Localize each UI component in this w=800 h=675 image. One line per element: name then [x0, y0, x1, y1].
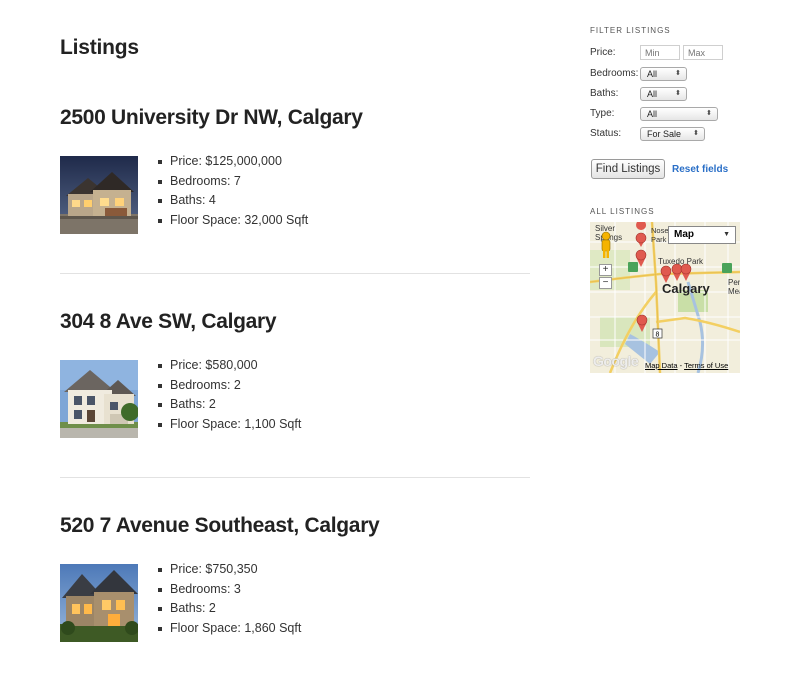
- listing-floor-space: Floor Space: 1,100 Sqft: [158, 415, 301, 435]
- listing-divider: [60, 477, 530, 478]
- updown-arrow-icon: ⬍: [675, 70, 681, 77]
- listing-bedrooms: Bedrooms: 2: [158, 376, 301, 396]
- zoom-in-button[interactable]: +: [599, 264, 612, 276]
- price-min-input[interactable]: [640, 45, 680, 60]
- zoom-out-button[interactable]: −: [599, 277, 612, 289]
- listing-bedrooms: Bedrooms: 7: [158, 172, 308, 192]
- price-max-input[interactable]: [683, 45, 723, 60]
- map-area-label: Penbrooke Meadows: [728, 278, 740, 296]
- bedrooms-label: Bedrooms:: [590, 68, 639, 79]
- baths-select[interactable]: All ⬍: [640, 87, 687, 101]
- listing-price: Price: $580,000: [158, 356, 301, 376]
- listing-baths: Baths: 2: [158, 599, 301, 619]
- listing-details: Price: $125,000,000 Bedrooms: 7 Baths: 4…: [158, 152, 308, 230]
- map-data-link[interactable]: Map Data: [645, 361, 678, 370]
- map-area-label: Tuxedo Park: [658, 257, 704, 266]
- listings-map[interactable]: 8 Silver Springs Nose Park Tuxedo Park P…: [590, 222, 740, 373]
- chevron-down-icon: ▼: [723, 231, 730, 238]
- bedrooms-select[interactable]: All ⬍: [640, 67, 687, 81]
- updown-arrow-icon: ⬍: [706, 110, 712, 117]
- map-footer: Map Data - Terms of Use: [645, 361, 728, 370]
- status-select[interactable]: For Sale ⬍: [640, 127, 705, 141]
- status-label: Status:: [590, 128, 622, 139]
- listing-title[interactable]: 2500 University Dr NW, Calgary: [60, 106, 363, 130]
- listing-photo[interactable]: [60, 156, 138, 234]
- reset-fields-link[interactable]: Reset fields: [672, 164, 728, 175]
- type-select[interactable]: All ⬍: [640, 107, 718, 121]
- all-listings-heading: ALL LISTINGS: [590, 207, 655, 216]
- listing-details: Price: $580,000 Bedrooms: 2 Baths: 2 Flo…: [158, 356, 301, 434]
- listing-divider: [60, 273, 530, 274]
- listing-photo[interactable]: [60, 564, 138, 642]
- route-shield-label: 8: [656, 332, 660, 339]
- listing-floor-space: Floor Space: 32,000 Sqft: [158, 211, 308, 231]
- filter-heading: FILTER LISTINGS: [590, 26, 671, 35]
- status-select-value: For Sale: [647, 129, 682, 139]
- baths-select-value: All: [647, 89, 658, 99]
- listing-details: Price: $750,350 Bedrooms: 3 Baths: 2 Flo…: [158, 560, 301, 638]
- updown-arrow-icon: ⬍: [693, 130, 699, 137]
- listing-title[interactable]: 304 8 Ave SW, Calgary: [60, 310, 277, 334]
- updown-arrow-icon: ⬍: [675, 90, 681, 97]
- find-listings-button[interactable]: Find Listings: [591, 159, 665, 179]
- terms-of-use-link[interactable]: Terms of Use: [684, 361, 728, 370]
- type-select-value: All: [647, 109, 658, 119]
- price-label: Price:: [590, 47, 616, 58]
- pegman-icon[interactable]: [599, 231, 613, 259]
- page-title: Listings: [60, 36, 139, 59]
- listing-bedrooms: Bedrooms: 3: [158, 580, 301, 600]
- listing-baths: Baths: 2: [158, 395, 301, 415]
- listing-price: Price: $125,000,000: [158, 152, 308, 172]
- listing-title[interactable]: 520 7 Avenue Southeast, Calgary: [60, 514, 380, 538]
- listing-price: Price: $750,350: [158, 560, 301, 580]
- type-label: Type:: [590, 108, 615, 119]
- google-logo: Google: [593, 353, 639, 369]
- listing-photo[interactable]: [60, 360, 138, 438]
- map-city-label: Calgary: [662, 281, 710, 296]
- bedrooms-select-value: All: [647, 69, 658, 79]
- map-type-select[interactable]: Map ▼: [668, 226, 736, 244]
- map-type-value: Map: [674, 229, 694, 240]
- listing-baths: Baths: 4: [158, 191, 308, 211]
- baths-label: Baths:: [590, 88, 619, 99]
- listing-floor-space: Floor Space: 1,860 Sqft: [158, 619, 301, 639]
